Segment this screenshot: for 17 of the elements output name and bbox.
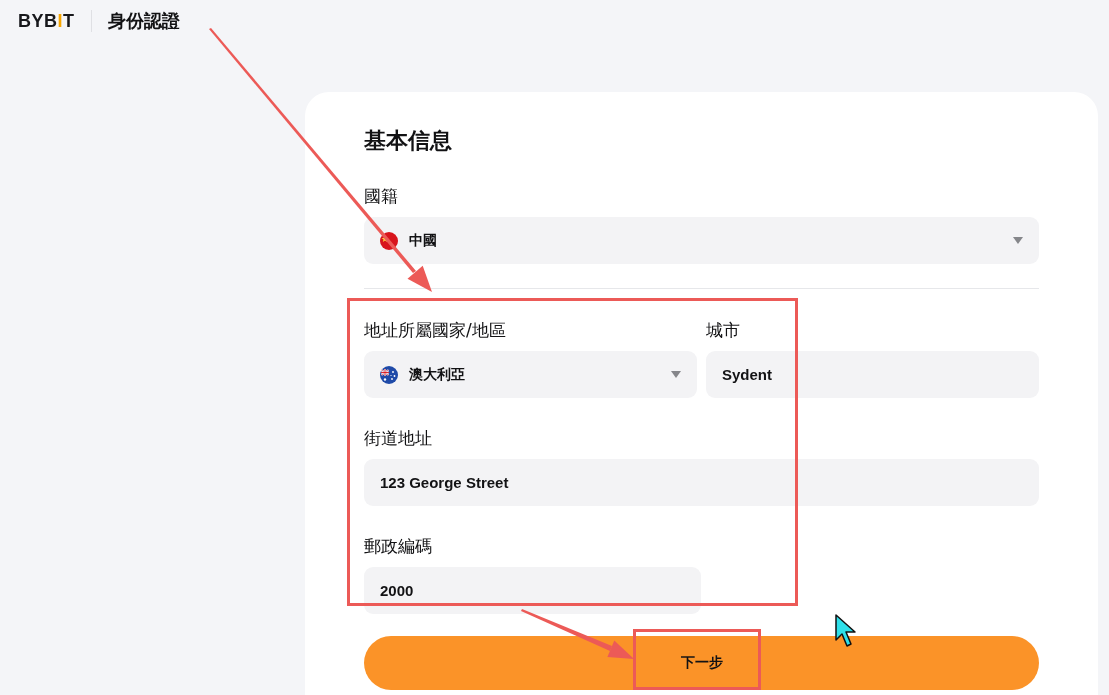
field-label: 國籍 xyxy=(364,185,399,208)
postal-code-input[interactable]: 2000 xyxy=(364,567,701,614)
field-label: 街道地址 xyxy=(364,427,433,450)
field-label: 郵政編碼 xyxy=(364,535,433,558)
page-title: 身份認證 xyxy=(107,9,180,33)
next-button[interactable]: 下一步 xyxy=(364,636,1039,690)
field-label: 地址所屬國家/地區 xyxy=(364,319,507,342)
brand-logo: BYBIT xyxy=(18,10,75,32)
nationality-select[interactable]: 中國 xyxy=(364,217,1039,264)
field-label: 城市 xyxy=(706,319,741,342)
section-heading: 基本信息 xyxy=(364,127,453,155)
city-input[interactable]: Sydent xyxy=(706,351,1039,398)
caret-icon xyxy=(1013,237,1023,244)
street-input[interactable]: 123 George Street xyxy=(364,459,1039,506)
caret-icon xyxy=(671,371,681,378)
country-select[interactable]: 澳大利亞 xyxy=(364,351,697,398)
cursor-icon xyxy=(835,614,856,647)
